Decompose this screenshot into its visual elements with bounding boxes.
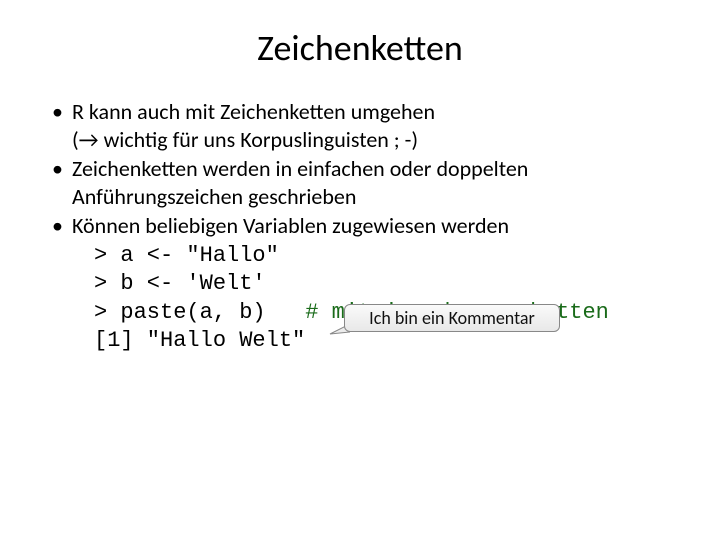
bullet-text: Anführungszeichen geschrieben — [72, 183, 356, 210]
bullet-text: Zeichenketten werden in einfachen oder d… — [72, 155, 528, 182]
slide-title: Zeichenketten — [50, 26, 670, 70]
code-line: > a <- "Hallo" — [94, 243, 279, 268]
code-line: > paste(a, b) — [94, 300, 305, 325]
callout-text: Ich bin ein Kommentar — [344, 304, 560, 332]
code-block: > a <- "Hallo" > b <- 'Welt' > paste(a, … — [94, 242, 670, 356]
bullet-text: wichtig für uns Korpuslinguisten ; -) — [99, 126, 418, 153]
code-line: > b <- 'Welt' — [94, 271, 266, 296]
bullet-item: R kann auch mit Zeichenketten umgehen (→… — [50, 98, 670, 153]
comment-callout: Ich bin ein Kommentar — [322, 304, 560, 338]
bullet-text: ( — [72, 126, 79, 153]
bullet-text: Können beliebigen Variablen zugewiesen w… — [72, 212, 509, 239]
slide: Zeichenketten R kann auch mit Zeichenket… — [0, 0, 720, 356]
bullet-item: Zeichenketten werden in einfachen oder d… — [50, 155, 670, 210]
bullet-text: R kann auch mit Zeichenketten umgehen — [72, 98, 435, 125]
code-line: [1] "Hallo Welt" — [94, 328, 305, 353]
arrow-icon: → — [79, 126, 99, 153]
